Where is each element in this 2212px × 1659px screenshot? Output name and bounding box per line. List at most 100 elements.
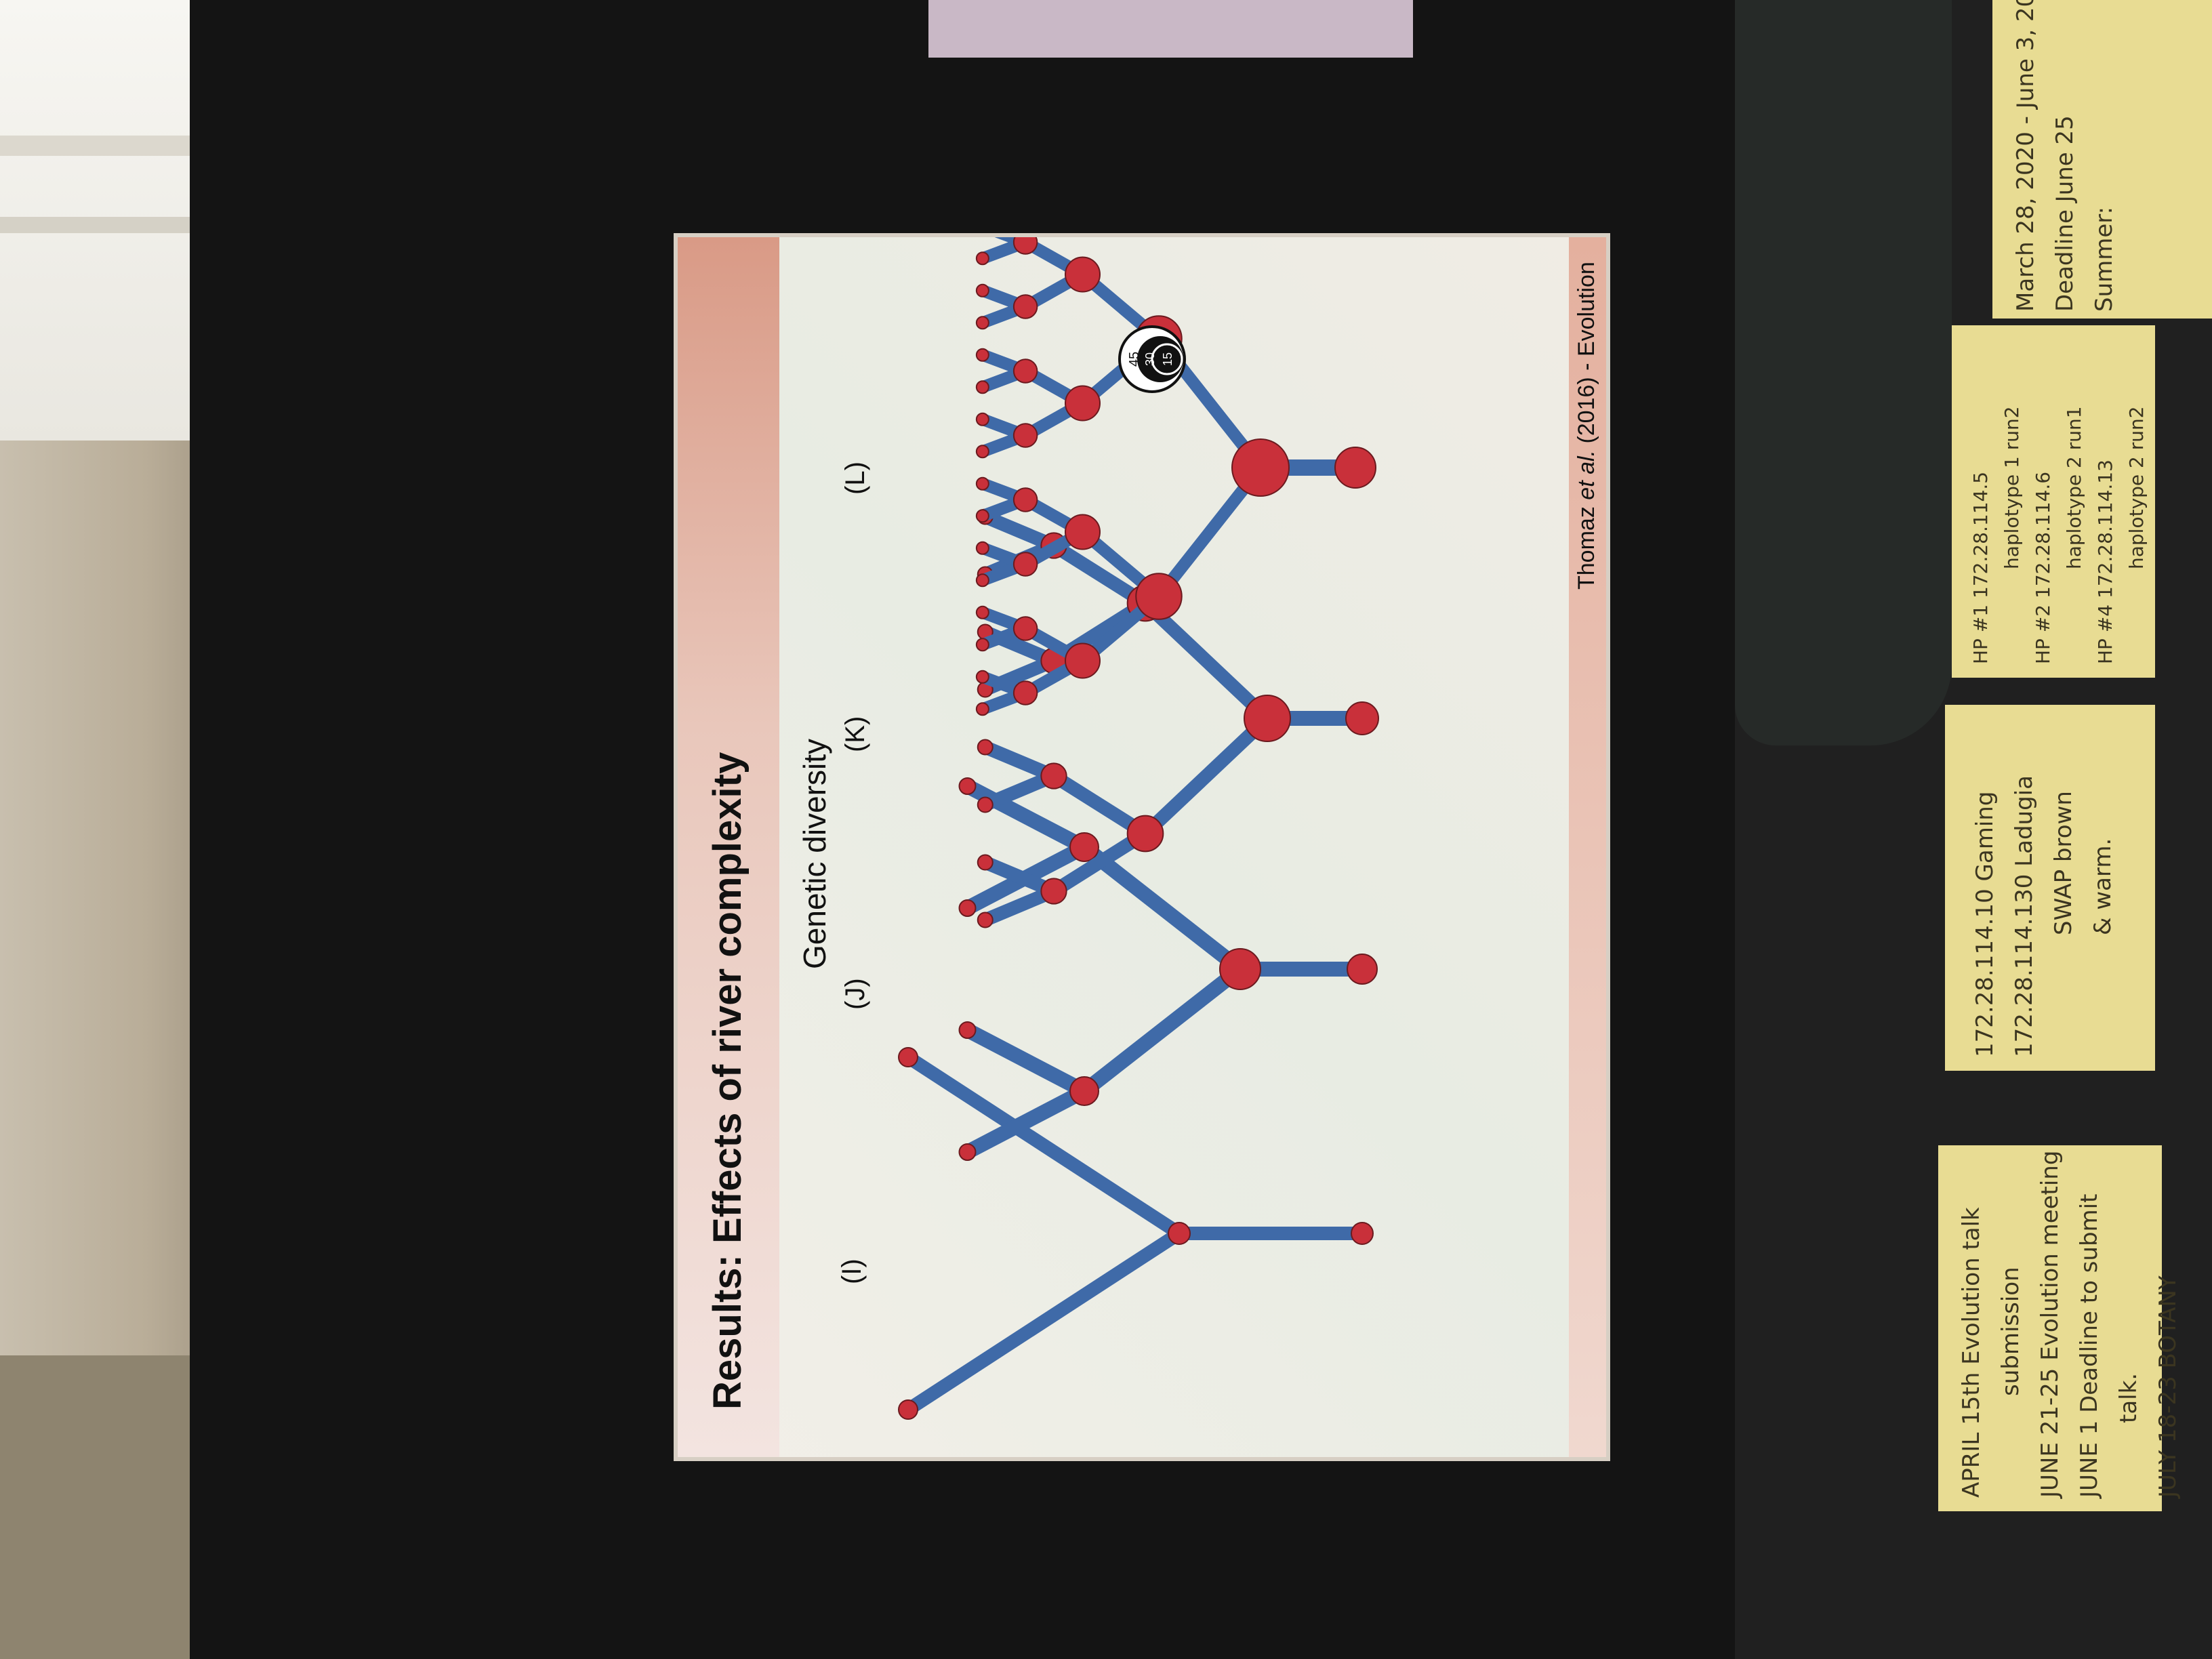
sticky-note-text: 172.28.114.10 Gaming 172.28.114.130 Ladu… [1965, 775, 2123, 1057]
population-node [1012, 552, 1038, 577]
population-node [975, 573, 989, 588]
sticky-note-haplotypes: HP #1 172.28.114.5 haplotype 1 run2 HP #… [1952, 325, 2155, 678]
river-branch [960, 1023, 1092, 1099]
note-line: submission [1997, 1267, 2024, 1396]
note-line: JULY 18-23 BOTANY [2154, 1275, 2182, 1498]
river-branch [1139, 712, 1274, 840]
population-node [977, 739, 994, 756]
river-branch [901, 1227, 1186, 1416]
note-line: Summer: [2091, 206, 2118, 312]
citation-rest: (2016) - Evolution [1574, 262, 1599, 444]
note-line: JUNE 1 Deadline to submit [2076, 1193, 2103, 1498]
wall-shadow [0, 1355, 203, 1659]
sticky-note-text: March 28, 2020 - June 3, 20 Deadline Jun… [2006, 0, 2124, 312]
population-node [1069, 1076, 1099, 1106]
population-node [1126, 815, 1164, 853]
population-node [975, 348, 989, 362]
population-node [975, 638, 989, 652]
population-node [975, 412, 989, 426]
network-i [898, 1047, 1374, 1420]
river-branch [1139, 596, 1274, 725]
population-node [975, 670, 989, 684]
legend-number: 15 [1161, 352, 1174, 366]
population-node [1065, 642, 1101, 679]
population-node [975, 380, 989, 394]
sticky-note-events: APRIL 15th Evolution talk submission JUN… [1938, 1145, 2182, 1511]
note-line: JUNE 21-25 Evolution meeting [2036, 1150, 2064, 1498]
population-node [1345, 701, 1379, 735]
population-node [1351, 1222, 1374, 1245]
note-line: & warm. [2089, 838, 2116, 935]
node-size-legend: 45 30 15 [1118, 325, 1186, 393]
legend-number: 45 [1127, 352, 1142, 367]
population-node [958, 1143, 977, 1161]
population-node [1012, 423, 1038, 448]
river-branch [1077, 962, 1248, 1099]
population-node [975, 251, 989, 266]
river-branch [1077, 840, 1248, 977]
citation-author: Thomaz [1574, 506, 1599, 590]
river-network-diagram: 45 30 15 [898, 237, 1379, 1420]
population-node [1334, 447, 1376, 489]
sticky-note-text: HP #1 172.28.114.5 haplotype 1 run2 HP #… [1965, 406, 2152, 664]
note-line: APRIL 15th Evolution talk [1958, 1207, 1985, 1498]
population-node [975, 445, 989, 459]
population-node [1040, 762, 1067, 790]
river-branch [901, 1050, 1186, 1240]
population-node [1135, 573, 1183, 620]
population-node [958, 1021, 977, 1039]
population-node [1231, 438, 1290, 497]
population-node [1012, 680, 1038, 705]
population-node [1244, 695, 1291, 742]
population-node [1012, 487, 1038, 512]
population-node [975, 541, 989, 555]
population-node [975, 702, 989, 716]
citation-etal: et al. [1574, 450, 1599, 500]
note-line: talk. [2115, 1372, 2142, 1423]
population-node [975, 509, 989, 523]
slide-citation: Thomaz et al. (2016) - Evolution [1574, 262, 1600, 590]
population-node [1012, 294, 1038, 319]
note-line: HP #1 172.28.114.5 [1969, 471, 1992, 664]
population-node [1168, 1222, 1191, 1245]
population-node [975, 476, 989, 491]
population-node [1065, 385, 1101, 422]
population-node [1065, 514, 1101, 550]
population-node [898, 1047, 918, 1067]
presentation-slide: Results: Effects of river complexity Gen… [678, 237, 1606, 1457]
cloth [1735, 0, 1952, 745]
sticky-note-deadlines: March 28, 2020 - June 3, 20 Deadline Jun… [1992, 0, 2212, 319]
note-line: SWAP brown [2050, 791, 2077, 935]
population-node [958, 899, 977, 917]
river-branch [960, 779, 1092, 855]
note-line: March 28, 2020 - June 3, 20 [2012, 0, 2039, 312]
population-node [975, 605, 989, 619]
population-node [977, 796, 994, 813]
sticky-note-ips: 172.28.114.10 Gaming 172.28.114.130 Ladu… [1945, 705, 2155, 1071]
paper-sheet [928, 0, 1413, 58]
monitor-screen: Results: Effects of river complexity Gen… [532, 237, 1752, 1457]
note-line: haplotype 2 run1 [2063, 406, 2085, 569]
note-line: haplotype 2 run2 [2125, 406, 2148, 569]
note-line: HP #2 172.28.114.6 [2032, 471, 2054, 664]
population-node [975, 283, 989, 298]
population-node [1040, 878, 1067, 905]
note-line: HP #4 172.28.114.13 [2094, 459, 2116, 664]
note-line: haplotype 1 run2 [2001, 406, 2023, 569]
network-j [958, 777, 1378, 1161]
population-node [958, 777, 977, 795]
note-line: 172.28.114.130 Ladugia [2011, 775, 2038, 1057]
population-node [1219, 948, 1261, 990]
legend-number: 30 [1143, 352, 1157, 366]
population-node [977, 912, 994, 928]
note-line: 172.28.114.10 Gaming [1971, 791, 1999, 1057]
population-node [1069, 832, 1099, 862]
population-node [898, 1399, 918, 1420]
note-line: Deadline June 25 [2051, 115, 2078, 312]
population-node [1065, 256, 1101, 293]
sticky-note-text: APRIL 15th Evolution talk submission JUN… [1952, 1151, 2188, 1498]
network-l [975, 237, 1376, 716]
population-node [1012, 237, 1038, 255]
population-node [1347, 954, 1378, 985]
population-node [1012, 616, 1038, 641]
